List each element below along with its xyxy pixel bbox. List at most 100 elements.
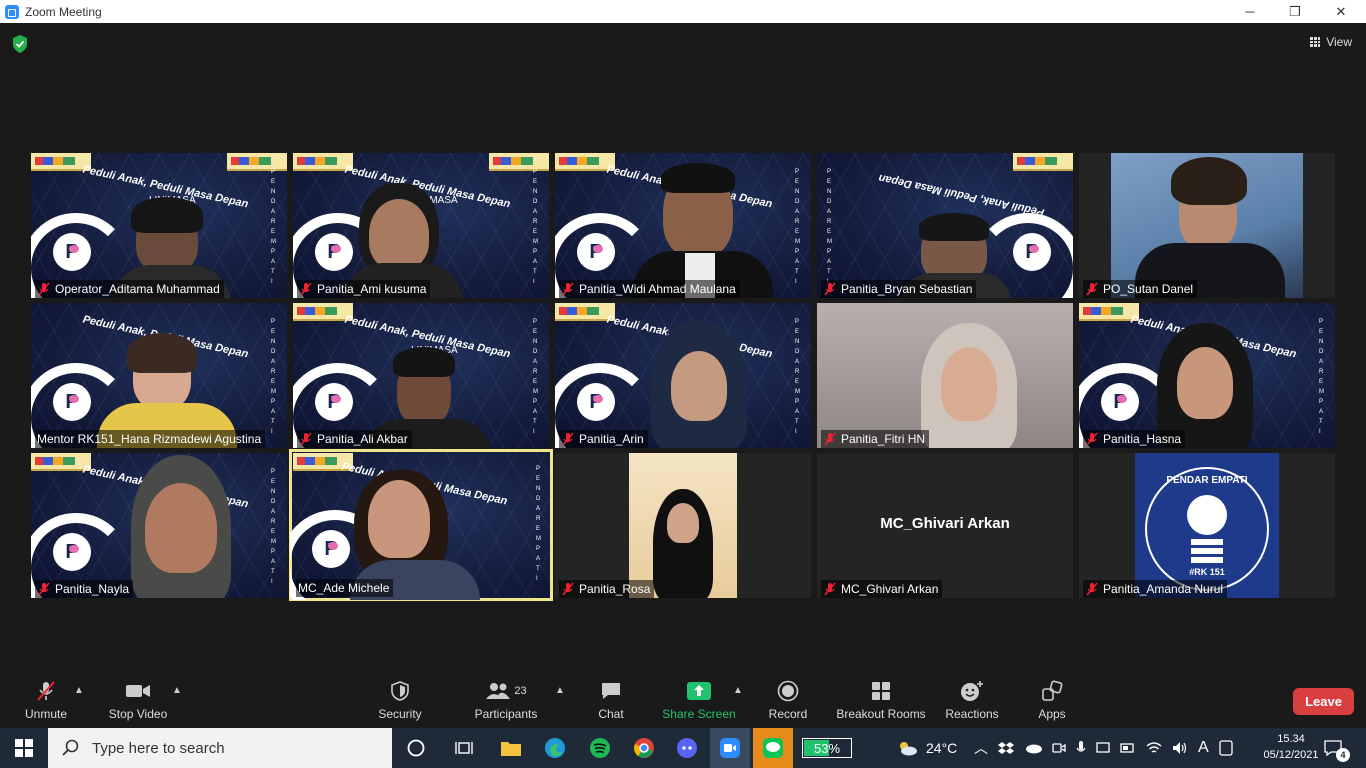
event-banner [227,153,287,171]
video-tile[interactable]: Peduli Anak, Peduli Masa Depan PENDAREMP… [817,153,1073,298]
weather-widget[interactable]: 24°C [896,728,957,768]
muted-mic-icon [1086,582,1098,596]
chat-button[interactable]: Chat [591,675,631,728]
participants-button[interactable]: 23 Participants [472,675,540,728]
video-tile[interactable]: MC_Ghivari Arkan MC_Ghivari Arkan [817,453,1073,598]
spotify-icon[interactable] [580,728,620,768]
bg-vertical: PENDAREMPATI [533,319,539,435]
video-tile[interactable]: Peduli Anak, Peduli Masa Depan PENDAREMP… [31,453,287,598]
participant-face [671,351,727,421]
video-tile[interactable]: Peduli Anak, Peduli Masa Depan LINIMASA … [293,303,549,448]
participants-count: 23 [514,685,527,697]
bg-vertical: PENDAREMPATI [827,169,833,285]
logo-bar [1191,539,1223,545]
battery-percent: 53% [813,740,841,756]
p-logo: P [315,233,353,271]
leave-button[interactable]: Leave [1293,688,1354,715]
participant-hair [1171,157,1247,205]
share-screen-button[interactable]: Share Screen [662,675,736,728]
logo-letter: P [65,240,79,263]
participants-options-caret[interactable]: ▲ [555,685,565,696]
meet-now-icon[interactable] [1052,741,1066,755]
breakout-rooms-button[interactable]: Breakout Rooms [834,675,928,728]
chrome-icon[interactable] [624,728,664,768]
video-tile[interactable]: Peduli Anak, Peduli Masa Depan PENDAREMP… [555,303,811,448]
zoom-app-icon [5,4,19,19]
logo-letter: P [324,537,338,560]
apps-label: Apps [1038,707,1066,721]
input-language-indicator[interactable]: A [1198,739,1209,757]
security-label: Security [378,707,422,721]
cloud-sun-icon [900,742,917,756]
video-tile[interactable]: Peduli Anak, Peduli Masa Depan PENDAREMP… [1079,303,1335,448]
bg-vertical: PENDAREMPATI [271,169,277,285]
video-tile[interactable]: Panitia_Rosa [555,453,811,598]
close-button[interactable]: ✕ [1318,0,1364,23]
microphone-in-use-icon[interactable] [1076,740,1086,756]
edge-icon[interactable] [535,728,575,768]
video-tile[interactable]: Peduli Anak, Peduli Masa Depan PENDAREMP… [555,153,811,298]
apps-button[interactable]: Apps [1032,675,1072,728]
onedrive-cloud-icon[interactable] [1024,742,1042,754]
breakout-rooms-label: Breakout Rooms [836,707,926,721]
unmute-button[interactable]: Unmute [20,675,72,728]
stop-video-button[interactable]: Stop Video [106,675,170,728]
show-hidden-icons-chevron-icon[interactable]: ︿ [974,738,988,758]
logo-letter: P [65,540,79,563]
window-title: Zoom Meeting [25,4,102,19]
participant-name-label: Panitia_Nayla [35,580,134,598]
start-button[interactable] [0,728,48,768]
zoom-taskbar-icon[interactable] [710,728,750,768]
logo-letter: P [589,240,603,263]
audio-options-caret[interactable]: ▲ [74,685,84,696]
taskbar-clock[interactable]: 15.34 05/12/2021 [1258,731,1324,763]
restore-button[interactable]: ❐ [1272,0,1318,23]
video-options-caret[interactable]: ▲ [172,685,182,696]
participant-face [667,503,699,543]
task-view-icon[interactable] [444,728,484,768]
dropbox-icon[interactable] [998,741,1014,755]
record-button[interactable]: Record [766,675,810,728]
participant-name-label: PO_Sutan Danel [1083,280,1198,298]
wifi-icon[interactable] [1146,741,1162,755]
encryption-shield-icon[interactable] [12,35,28,53]
display-projection-icon[interactable] [1096,741,1110,755]
p-logo: P [577,233,615,271]
security-button[interactable]: Security [374,675,426,728]
participant-hair [919,213,989,241]
video-tile[interactable]: Peduli Anak, Peduli Masa Depan PENDAREMP… [31,303,287,448]
cortana-icon[interactable] [396,728,436,768]
video-tile[interactable]: Peduli Anak, Peduli Masa Depan LINIMASA … [293,153,549,298]
reactions-button[interactable]: Reactions [944,675,1000,728]
battery-indicator[interactable]: 53% [802,728,852,768]
muted-mic-icon [562,282,574,296]
muted-mic-icon [300,282,312,296]
battery-tray-icon[interactable] [1120,743,1136,753]
bg-vertical: PENDAREMPATI [533,169,539,285]
video-tile[interactable]: Panitia_Fitri HN [817,303,1073,448]
volume-icon[interactable] [1172,741,1188,755]
participant-name: Panitia_Bryan Sebastian [841,282,973,296]
search-icon [62,739,79,756]
discord-icon[interactable] [667,728,707,768]
participant-hair [131,197,203,233]
line-app-icon[interactable] [753,728,793,768]
record-label: Record [768,707,808,721]
pen-workspace-icon[interactable] [1219,740,1233,756]
video-camera-icon [125,680,151,702]
video-tile[interactable]: PO_Sutan Danel [1079,153,1335,298]
taskbar-search-box[interactable]: Type here to search [48,728,392,768]
participant-name-label: Operator_Aditama Muhammad [35,280,224,298]
video-tile-active-speaker[interactable]: Peduli Anak, Peduli Masa Depan PENDAREMP… [289,449,553,601]
share-options-caret[interactable]: ▲ [733,685,743,696]
apps-icon [1039,680,1065,702]
video-tile[interactable]: PENDAR EMPATI #RK 151 Panitia_Amanda Nur… [1079,453,1335,598]
view-button[interactable]: View [1310,35,1352,49]
bg-vertical: PENDAREMPATI [536,466,542,582]
notification-center-button[interactable]: 4 [1324,728,1350,768]
video-tile[interactable]: Peduli Anak, Peduli Masa Depan LINIMASA … [31,153,287,298]
participant-name: MC_Ade Michele [298,581,390,595]
minimize-button[interactable]: ─ [1227,0,1273,23]
participant-name-label: Mentor RK151_Hana Rizmadewi Agustina [35,430,266,448]
file-explorer-icon[interactable] [491,728,531,768]
